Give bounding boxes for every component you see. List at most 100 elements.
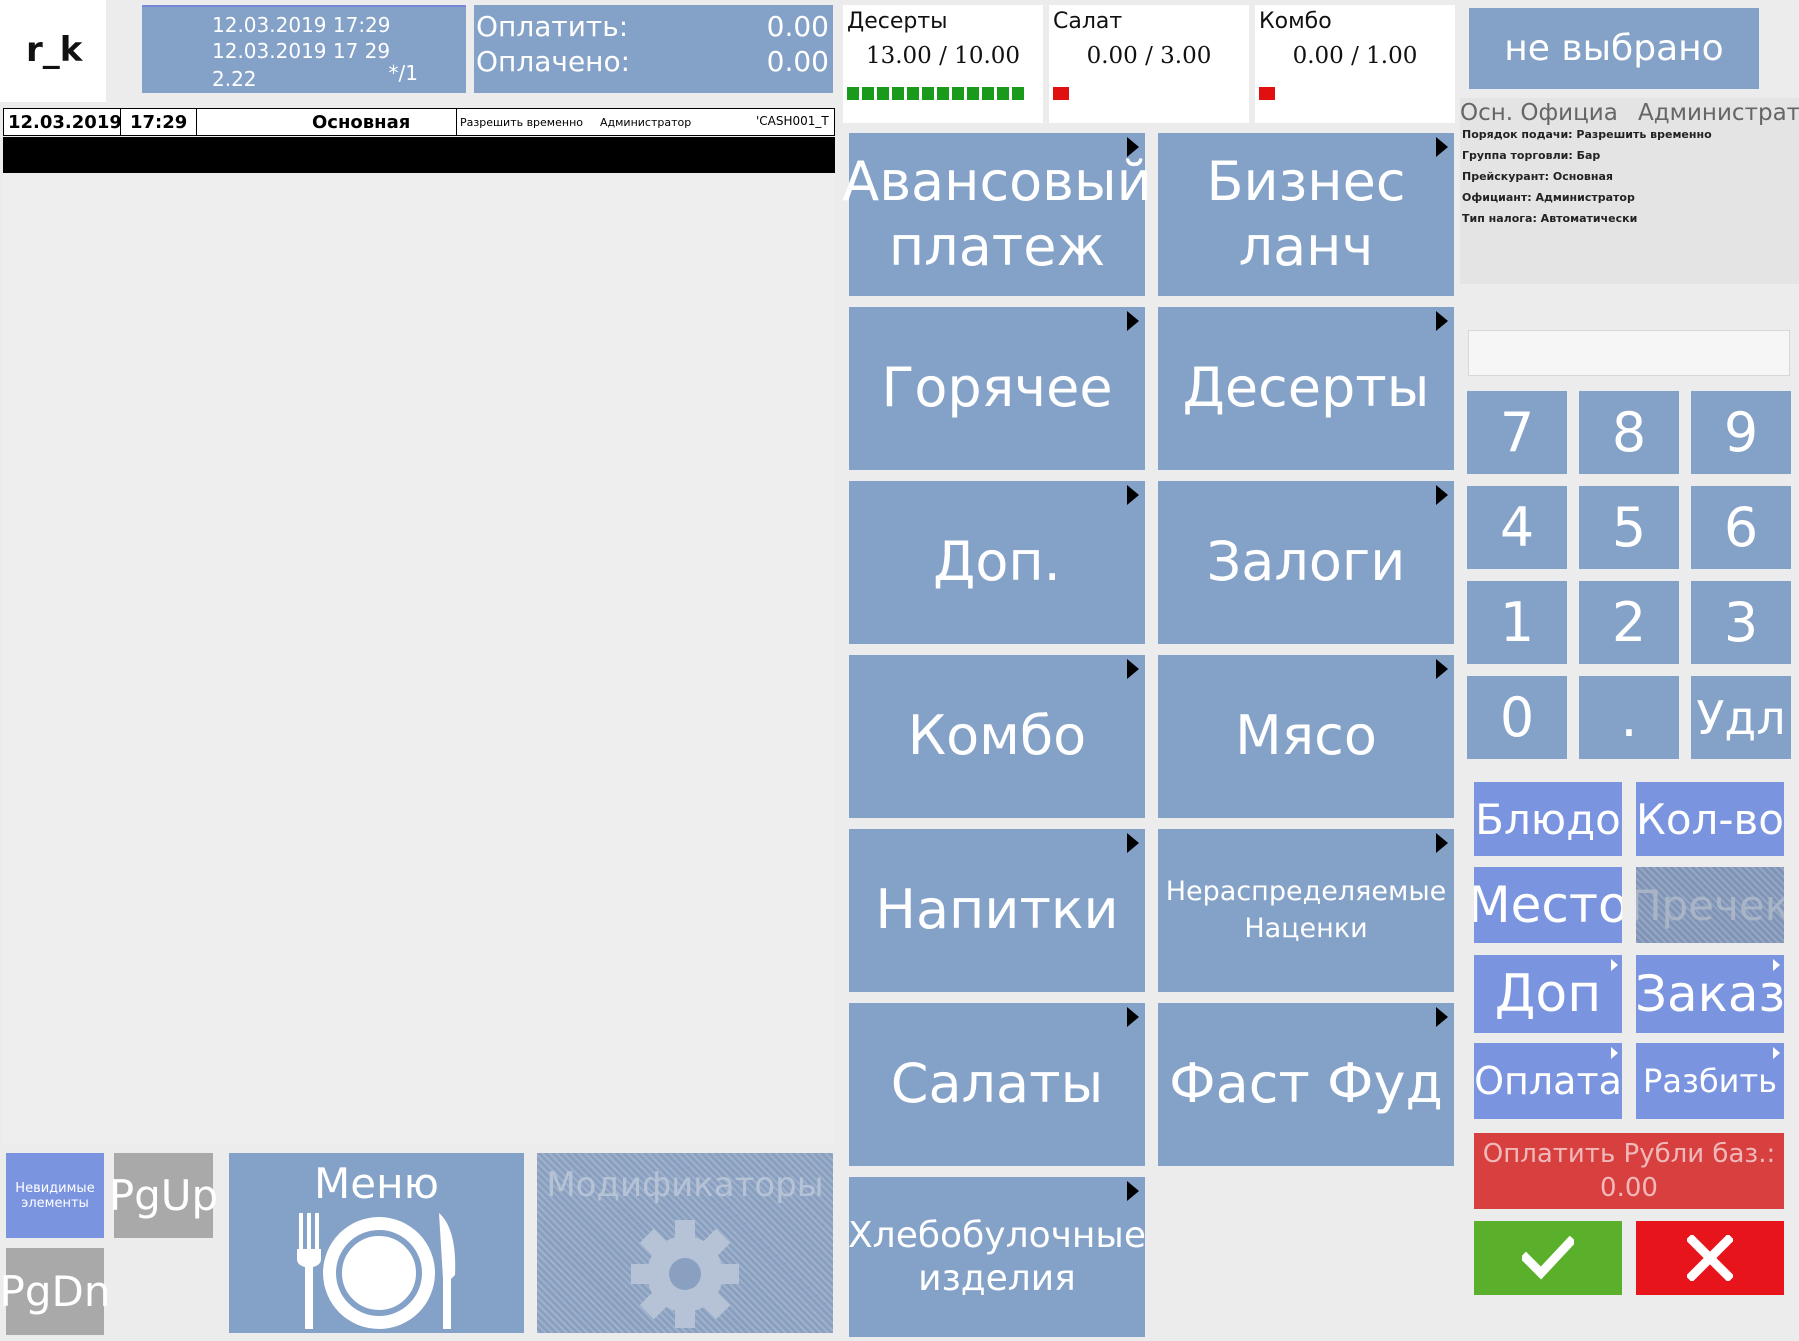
waiter-label: Осн. Официа xyxy=(1460,100,1618,126)
numpad-key-1[interactable]: 1 xyxy=(1467,581,1567,664)
counter-name: Комбо xyxy=(1259,9,1332,34)
close-icon xyxy=(1687,1235,1733,1281)
order-button[interactable]: Заказ xyxy=(1636,955,1784,1033)
button-label: Пречек xyxy=(1636,880,1784,930)
submenu-arrow-icon xyxy=(1436,659,1448,679)
submenu-arrow-icon xyxy=(1127,1007,1139,1027)
category-button-bakery[interactable]: Хлебобулочные изделия xyxy=(848,1177,1146,1337)
button-label: Доп xyxy=(1494,964,1602,1024)
numpad-key-3[interactable]: 3 xyxy=(1691,581,1791,664)
invisible-elements-button[interactable]: Невидимые элементы xyxy=(6,1153,104,1238)
counter-value: 0.00 / 1.00 xyxy=(1292,43,1418,69)
menu-button[interactable]: Меню xyxy=(229,1153,524,1333)
category-button-advance[interactable]: Авансовый платеж xyxy=(842,133,1152,296)
key-label: 7 xyxy=(1499,401,1535,464)
submenu-arrow-icon xyxy=(1773,959,1780,971)
logo-box: r_k xyxy=(0,0,106,102)
logo: r_k xyxy=(26,30,83,70)
page-down-button[interactable]: PgDn xyxy=(0,1248,110,1335)
extra-button[interactable]: Доп xyxy=(1474,955,1622,1033)
payment-summary-panel: Оплатить: 0.00 Оплачено: 0.00 xyxy=(474,5,833,93)
key-label: 2 xyxy=(1611,591,1647,654)
seat-label: */1 xyxy=(388,61,418,85)
submenu-arrow-icon xyxy=(1127,137,1139,157)
pay-label: Оплатить: xyxy=(476,10,629,43)
submenu-arrow-icon xyxy=(1436,833,1448,853)
numpad-key-9[interactable]: 9 xyxy=(1691,391,1791,474)
precheck-button[interactable]: Пречек xyxy=(1636,867,1784,943)
info-line: Прейскурант: Основная xyxy=(1462,170,1613,183)
button-label: Оплата xyxy=(1474,1059,1622,1103)
selection-label: не выбрано xyxy=(1504,28,1724,69)
confirm-button[interactable] xyxy=(1474,1221,1622,1295)
submenu-arrow-icon xyxy=(1127,833,1139,853)
numpad-key-5[interactable]: 5 xyxy=(1579,486,1679,569)
button-label: PgDn xyxy=(0,1267,111,1316)
button-label: Невидимые элементы xyxy=(15,1180,95,1211)
counter-value: 0.00 / 3.00 xyxy=(1086,43,1212,69)
key-label: 1 xyxy=(1499,591,1535,654)
submenu-arrow-icon xyxy=(1127,1181,1139,1201)
button-label: Блюдо xyxy=(1475,794,1621,844)
submenu-arrow-icon xyxy=(1773,1047,1780,1059)
submenu-arrow-icon xyxy=(1436,485,1448,505)
numpad-key-6[interactable]: 6 xyxy=(1691,486,1791,569)
numeric-input-field[interactable] xyxy=(1468,330,1790,376)
selection-button[interactable]: не выбрано xyxy=(1469,8,1759,89)
key-label: 5 xyxy=(1611,496,1647,559)
order-cash: 'CASH001_T xyxy=(756,114,829,128)
order-flow: Разрешить временно xyxy=(460,116,583,129)
category-button-desserts[interactable]: Десерты xyxy=(1158,307,1454,470)
numpad-key-7[interactable]: 7 xyxy=(1467,391,1567,474)
cancel-button[interactable] xyxy=(1636,1221,1784,1295)
category-label: Бизнес ланч xyxy=(1206,149,1406,278)
modifiers-button[interactable]: Модификаторы xyxy=(537,1153,833,1333)
category-button-fast-food[interactable]: Фаст Фуд xyxy=(1158,1003,1454,1166)
info-line: Тип налога: Автоматически xyxy=(1462,212,1638,225)
order-header-row: 12.03.2019 17:29 Основная Разрешить врем… xyxy=(3,108,835,136)
numpad-key-delete[interactable]: Удл xyxy=(1691,676,1791,759)
dish-button[interactable]: Блюдо xyxy=(1474,782,1622,856)
numpad-key-8[interactable]: 8 xyxy=(1579,391,1679,474)
key-label: 6 xyxy=(1723,496,1759,559)
category-button-drinks[interactable]: Напитки xyxy=(849,829,1145,992)
submenu-arrow-icon xyxy=(1127,311,1139,331)
page-up-button[interactable]: PgUp xyxy=(109,1153,218,1238)
place-button[interactable]: Место xyxy=(1474,867,1622,943)
category-button-markups[interactable]: Нераспределяемые Наценки xyxy=(1158,829,1454,992)
category-button-hot[interactable]: Горячее xyxy=(849,307,1145,470)
counter-name: Десерты xyxy=(847,9,948,34)
button-label: Место xyxy=(1474,876,1622,934)
category-label: Комбо xyxy=(907,704,1087,768)
split-button[interactable]: Разбить xyxy=(1636,1043,1784,1119)
category-button-extra[interactable]: Доп. xyxy=(849,481,1145,644)
pay-value: 0.00 xyxy=(766,10,829,43)
quantity-button[interactable]: Кол-во xyxy=(1636,782,1784,856)
key-label: . xyxy=(1620,686,1638,749)
numpad-key-4[interactable]: 4 xyxy=(1467,486,1567,569)
numpad-key-dot[interactable]: . xyxy=(1579,676,1679,759)
order-selected-row[interactable] xyxy=(3,137,835,173)
counter-desserts: Десерты 13.00 / 10.00 xyxy=(843,5,1043,123)
payment-button[interactable]: Оплата xyxy=(1474,1043,1622,1119)
category-button-deposits[interactable]: Залоги xyxy=(1158,481,1454,644)
category-button-meat[interactable]: Мясо xyxy=(1158,655,1454,818)
date-info-panel: 12.03.2019 17:29 12.03.2019 17 29 2.22 *… xyxy=(142,5,466,93)
submenu-arrow-icon xyxy=(1611,1047,1618,1059)
category-label: Салаты xyxy=(890,1052,1104,1116)
category-label: Горячее xyxy=(881,356,1113,420)
counter-name: Салат xyxy=(1053,9,1123,34)
key-label: 3 xyxy=(1723,591,1759,654)
key-label: 8 xyxy=(1611,401,1647,464)
order-list-area[interactable] xyxy=(3,173,835,1145)
version-label: 2.22 xyxy=(212,67,257,91)
category-button-combo[interactable]: Комбо xyxy=(849,655,1145,818)
pay-rub-button[interactable]: Оплатить Рубли баз.: 0.00 xyxy=(1474,1133,1784,1209)
category-label: Фаст Фуд xyxy=(1169,1052,1443,1116)
submenu-arrow-icon xyxy=(1436,311,1448,331)
category-button-business-lunch[interactable]: Бизнес ланч xyxy=(1158,133,1454,296)
category-button-salads[interactable]: Салаты xyxy=(849,1003,1145,1166)
numpad-key-0[interactable]: 0 xyxy=(1467,676,1567,759)
numpad-key-2[interactable]: 2 xyxy=(1579,581,1679,664)
order-time: 17:29 xyxy=(130,112,188,133)
